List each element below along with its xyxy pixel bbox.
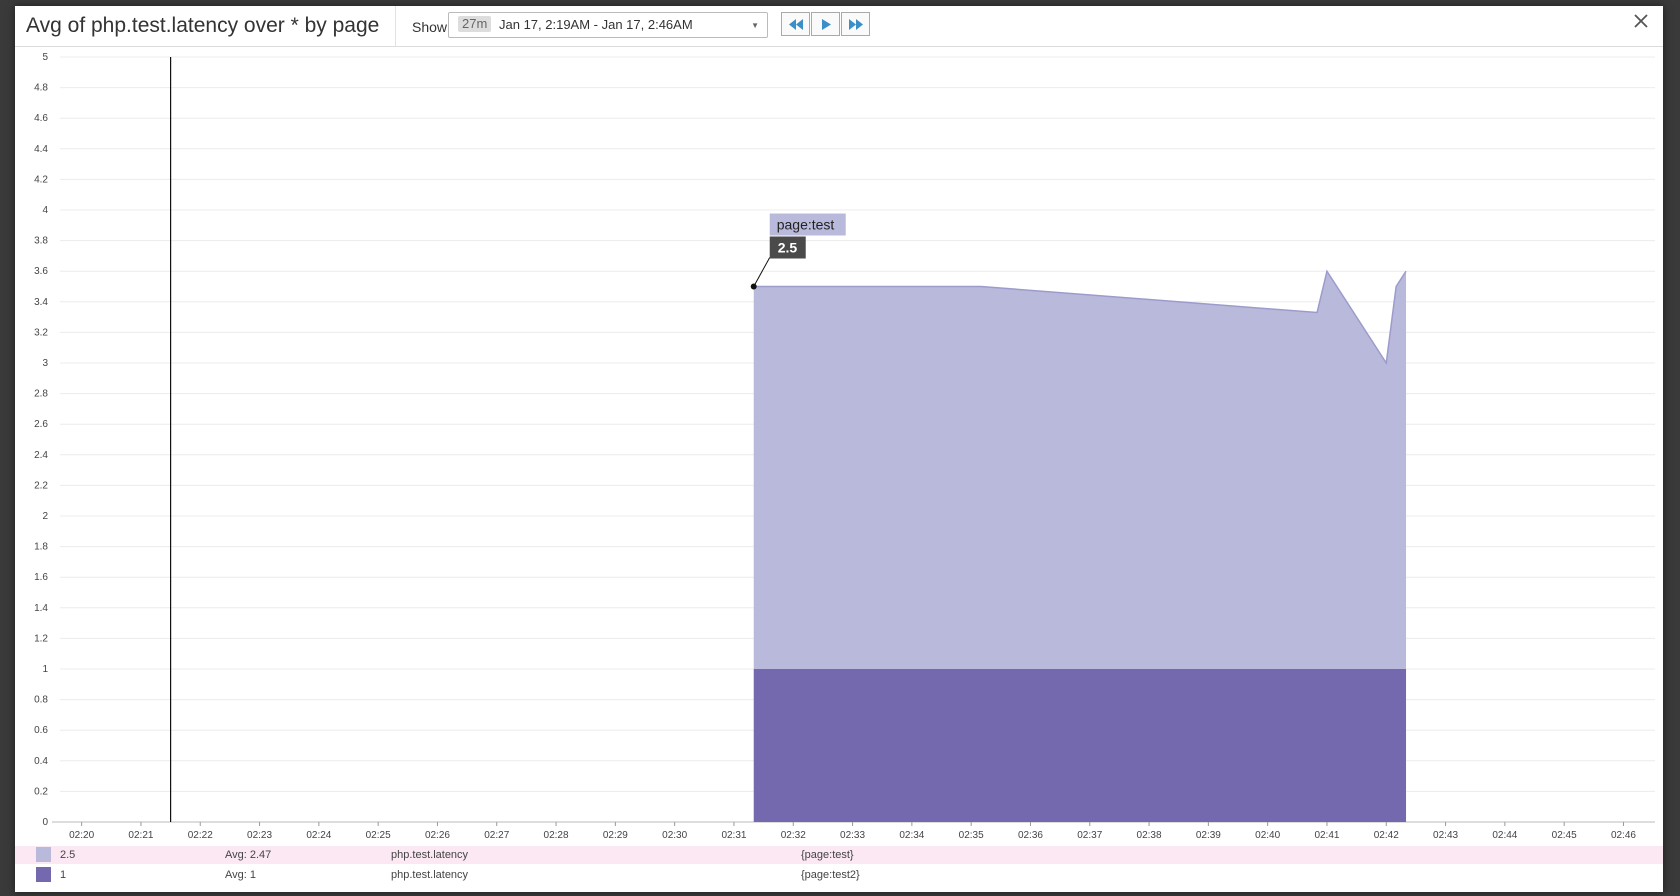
legend-row-page-test[interactable]: 2.5 Avg: 2.47 php.test.latency {page:tes… xyxy=(15,846,1663,864)
graph-modal: Avg of php.test.latency over * by page S… xyxy=(15,6,1663,892)
y-tick-label: 0.6 xyxy=(34,725,48,736)
y-tick-label: 4.4 xyxy=(34,144,48,155)
x-tick-label: 02:24 xyxy=(306,830,331,841)
play-icon xyxy=(822,19,831,30)
x-tick-label: 02:22 xyxy=(188,830,213,841)
modal-header: Avg of php.test.latency over * by page S… xyxy=(15,6,1663,47)
legend-swatch xyxy=(36,847,51,862)
x-tick-label: 02:23 xyxy=(247,830,272,841)
close-button[interactable] xyxy=(1631,11,1651,31)
show-label: Show xyxy=(412,19,448,35)
x-tick-label: 02:43 xyxy=(1433,830,1458,841)
x-tick-label: 02:26 xyxy=(425,830,450,841)
x-tick-label: 02:20 xyxy=(69,830,94,841)
x-tick-label: 02:36 xyxy=(1018,830,1043,841)
x-tick-label: 02:29 xyxy=(603,830,628,841)
fast-forward-button[interactable] xyxy=(841,12,870,36)
rewind-button[interactable] xyxy=(781,12,810,36)
x-tick-label: 02:28 xyxy=(544,830,569,841)
x-tick-label: 02:35 xyxy=(959,830,984,841)
tooltip-leader xyxy=(753,257,771,287)
y-tick-label: 4.6 xyxy=(34,113,48,124)
x-tick-label: 02:39 xyxy=(1196,830,1221,841)
y-tick-label: 2 xyxy=(42,511,48,522)
legend-tags: {page:test} xyxy=(801,849,854,861)
rewind-icon xyxy=(789,19,803,30)
legend-tags: {page:test2} xyxy=(801,869,860,881)
y-tick-label: 1 xyxy=(42,664,48,675)
close-icon xyxy=(1634,14,1648,28)
legend-value: 2.5 xyxy=(60,849,76,861)
legend-swatch xyxy=(36,867,51,882)
x-tick-label: 02:32 xyxy=(781,830,806,841)
x-tick-label: 02:46 xyxy=(1611,830,1636,841)
y-tick-label: 4.2 xyxy=(34,174,48,185)
x-tick-label: 02:34 xyxy=(899,830,924,841)
x-tick-label: 02:45 xyxy=(1552,830,1577,841)
graph-title: Avg of php.test.latency over * by page xyxy=(26,14,380,37)
legend-metric: php.test.latency xyxy=(391,869,469,881)
x-tick-label: 02:25 xyxy=(366,830,391,841)
y-tick-label: 4 xyxy=(42,205,48,216)
y-tick-label: 2.8 xyxy=(34,389,48,400)
time-range-text: Jan 17, 2:19AM - Jan 17, 2:46AM xyxy=(499,17,693,32)
x-tick-label: 02:42 xyxy=(1374,830,1399,841)
y-tick-label: 0 xyxy=(42,817,48,828)
y-tick-label: 2.6 xyxy=(34,419,48,430)
tooltip-label: page:test xyxy=(777,217,835,233)
fast-forward-icon xyxy=(849,19,863,30)
legend-avg: Avg: 2.47 xyxy=(225,849,272,861)
y-tick-label: 0.8 xyxy=(34,695,48,706)
x-tick-label: 02:21 xyxy=(128,830,153,841)
y-tick-label: 3.2 xyxy=(34,327,48,338)
x-tick-label: 02:38 xyxy=(1137,830,1162,841)
x-tick-label: 02:27 xyxy=(484,830,509,841)
y-tick-label: 0.2 xyxy=(34,786,48,797)
chevron-down-icon: ▼ xyxy=(751,21,759,30)
x-tick-label: 02:44 xyxy=(1492,830,1517,841)
header-divider xyxy=(395,6,396,46)
y-tick-label: 0.4 xyxy=(34,756,48,767)
time-range-badge: 27m xyxy=(458,16,492,32)
x-tick-label: 02:37 xyxy=(1077,830,1102,841)
area-page-test xyxy=(753,271,1407,669)
x-tick-label: 02:33 xyxy=(840,830,865,841)
y-tick-label: 4.8 xyxy=(34,83,48,94)
y-tick-label: 1.2 xyxy=(34,633,48,644)
x-tick-label: 02:41 xyxy=(1314,830,1339,841)
y-tick-label: 1.4 xyxy=(34,603,48,614)
y-tick-label: 2.4 xyxy=(34,450,48,461)
x-tick-label: 02:31 xyxy=(721,830,746,841)
legend-metric: php.test.latency xyxy=(391,849,469,861)
y-tick-label: 2.2 xyxy=(34,480,48,491)
x-tick-label: 02:40 xyxy=(1255,830,1280,841)
legend-avg: Avg: 1 xyxy=(225,869,256,881)
time-range-select[interactable]: 27m Jan 17, 2:19AM - Jan 17, 2:46AM ▼ xyxy=(448,12,768,38)
legend-value: 1 xyxy=(60,869,67,881)
y-tick-label: 3.4 xyxy=(34,297,48,308)
y-tick-label: 3.8 xyxy=(34,236,48,247)
tooltip-value: 2.5 xyxy=(778,240,798,256)
y-tick-label: 3.6 xyxy=(34,266,48,277)
latency-area-chart[interactable]: 0 0.2 0.4 0.6 0.8 1 1.2 1.4 1.6 1.8 2 2.2 2.4 2.6 2.8 3… xyxy=(15,49,1663,845)
y-tick-label: 1.6 xyxy=(34,572,48,583)
y-tick-label: 1.8 xyxy=(34,542,48,553)
legend-row-page-test2[interactable]: 1 Avg: 1 php.test.latency {page:test2} xyxy=(15,866,1663,884)
y-tick-label: 3 xyxy=(42,358,48,369)
x-tick-label: 02:30 xyxy=(662,830,687,841)
area-page-test2 xyxy=(753,669,1407,822)
y-tick-label: 5 xyxy=(42,52,48,63)
play-button[interactable] xyxy=(811,12,840,36)
